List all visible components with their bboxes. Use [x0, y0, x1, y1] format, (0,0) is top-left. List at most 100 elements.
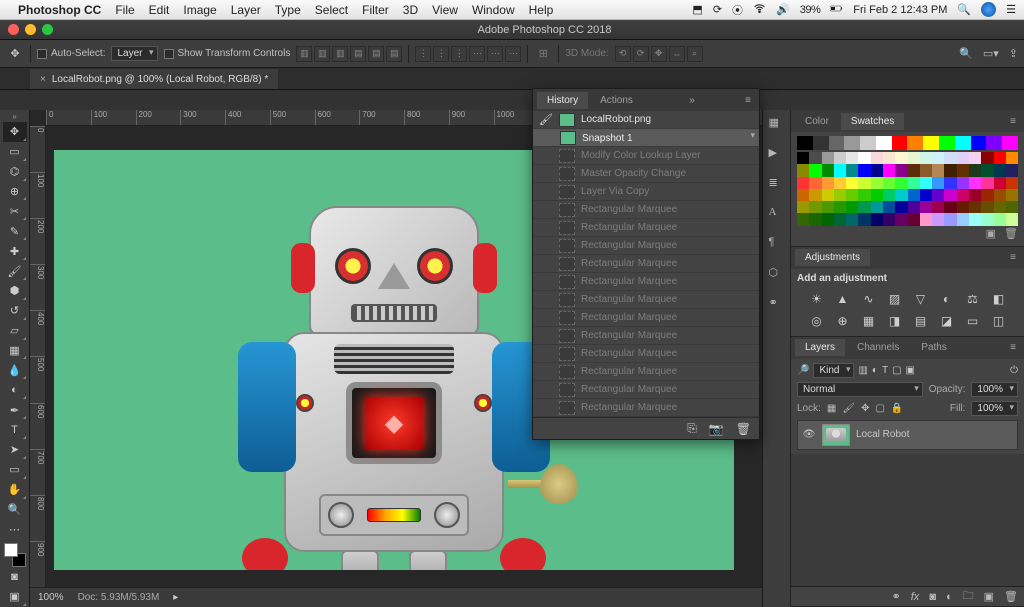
fill-field[interactable]: 100% [971, 401, 1018, 416]
close-window-button[interactable] [8, 24, 19, 35]
tab-channels[interactable]: Channels [847, 339, 909, 356]
history-collapse-icon[interactable]: » [685, 95, 699, 106]
notification-center-icon[interactable]: ☰ [1006, 3, 1016, 16]
swatch[interactable] [834, 201, 846, 213]
swatch[interactable] [883, 177, 895, 189]
gutter-play-icon[interactable]: ▶ [769, 146, 785, 162]
swatch[interactable] [809, 177, 821, 189]
adj-chmixer-icon[interactable]: ⊕ [834, 314, 852, 328]
lock-paint-icon[interactable]: 🖌 [842, 403, 855, 414]
swatch[interactable] [969, 189, 981, 201]
tab-adjustments[interactable]: Adjustments [795, 249, 870, 266]
ruler-vertical[interactable]: 0100200300400500600700800900 [30, 126, 46, 587]
swatch[interactable] [883, 152, 895, 164]
delete-state-icon[interactable]: 🗑 [736, 422, 751, 436]
adj-vibrance-icon[interactable]: ▽ [912, 292, 930, 306]
eyedropper-tool[interactable]: ✎ [3, 221, 27, 241]
history-brush-target-icon[interactable]: 🖌 [539, 113, 553, 126]
swatch[interactable] [920, 177, 932, 189]
status-menu-icon[interactable]: ▸ [173, 592, 178, 603]
menu-filter[interactable]: Filter [362, 3, 389, 17]
gutter-brush-icon[interactable]: ≣ [769, 176, 785, 192]
history-state[interactable]: Rectangular Marquee [533, 201, 759, 219]
swatch[interactable] [908, 213, 920, 225]
swatch[interactable] [944, 164, 956, 176]
adj-photofilter-icon[interactable]: ◎ [808, 314, 826, 328]
distribute-3-button[interactable]: ⋮ [451, 46, 467, 62]
swatch[interactable] [957, 152, 969, 164]
swatch[interactable] [932, 177, 944, 189]
swatch[interactable] [957, 213, 969, 225]
distribute-2-button[interactable]: ⋮ [433, 46, 449, 62]
swatch[interactable] [809, 152, 821, 164]
swatch[interactable] [797, 189, 809, 201]
swatch[interactable] [846, 189, 858, 201]
swatch[interactable] [932, 213, 944, 225]
menu-image[interactable]: Image [183, 3, 216, 17]
lock-transparent-icon[interactable]: ▦ [827, 403, 836, 414]
swatch[interactable] [895, 201, 907, 213]
swatch[interactable] [957, 164, 969, 176]
color-fg-bg[interactable] [4, 543, 26, 567]
history-panel-menu-icon[interactable]: ≡ [741, 95, 755, 106]
swatch[interactable] [994, 201, 1006, 213]
swatch[interactable] [797, 201, 809, 213]
swatch[interactable] [944, 213, 956, 225]
swatch[interactable] [932, 164, 944, 176]
stamp-tool[interactable]: ⬢ [3, 281, 27, 301]
dodge-tool[interactable]: ◐ [3, 380, 27, 400]
swatch[interactable] [871, 189, 883, 201]
history-state[interactable]: Modify Color Lookup Layer [533, 147, 759, 165]
brush-tool[interactable]: 🖌 [3, 261, 27, 281]
swatch[interactable] [1006, 177, 1018, 189]
swatch[interactable] [883, 189, 895, 201]
swatch[interactable] [957, 177, 969, 189]
swatch[interactable] [822, 177, 834, 189]
swatch[interactable] [809, 213, 821, 225]
create-doc-from-state-icon[interactable]: ⎘ [687, 421, 697, 436]
volume-icon[interactable]: 🔊 [776, 3, 790, 16]
eraser-tool[interactable]: ▱ [3, 321, 27, 341]
visibility-toggle-icon[interactable]: 👁 [802, 429, 816, 440]
delete-swatch-icon[interactable]: 🗑 [1004, 227, 1018, 240]
swatch[interactable] [883, 164, 895, 176]
siri-icon[interactable] [981, 2, 996, 17]
auto-align-button[interactable]: ⊞ [534, 45, 552, 63]
show-transform-checkbox[interactable]: Show Transform Controls [164, 48, 291, 59]
filter-adjust-icon[interactable]: ◐ [872, 365, 878, 376]
swatch[interactable] [797, 177, 809, 189]
swatch[interactable] [822, 152, 834, 164]
history-brush-tool[interactable]: ↺ [3, 301, 27, 321]
gutter-link-icon[interactable]: ⚭ [769, 296, 785, 312]
auto-select-mode-dropdown[interactable]: Layer [111, 46, 157, 61]
adj-hue-icon[interactable]: ◐ [938, 292, 956, 306]
spotlight-icon[interactable]: 🔍 [957, 3, 971, 16]
swatch[interactable] [944, 201, 956, 213]
adj-colorbal-icon[interactable]: ⚖ [964, 292, 982, 306]
history-panel[interactable]: History Actions » ≡ 🖌 LocalRobot.png Sna… [532, 88, 760, 440]
swatch[interactable] [858, 152, 870, 164]
swatch[interactable] [846, 164, 858, 176]
swatch[interactable] [908, 177, 920, 189]
filter-smart-icon[interactable]: ▣ [906, 365, 915, 376]
swatch[interactable] [981, 164, 993, 176]
history-snapshot[interactable]: Snapshot 1 [533, 129, 759, 147]
blur-tool[interactable]: 💧 [3, 360, 27, 380]
adj-invert-icon[interactable]: ◨ [886, 314, 904, 328]
dropbox-icon[interactable]: ⬒ [692, 3, 702, 16]
swatch[interactable] [908, 152, 920, 164]
swatch[interactable] [895, 152, 907, 164]
filter-type-icon[interactable]: T [882, 365, 888, 376]
tools-expand-icon[interactable]: » [12, 112, 16, 122]
swatch[interactable] [871, 152, 883, 164]
swatch[interactable] [981, 201, 993, 213]
link-layers-icon[interactable]: ⚭ [892, 590, 901, 603]
adj-gradmap-icon[interactable]: ▭ [964, 314, 982, 328]
swatch[interactable] [994, 164, 1006, 176]
tab-actions[interactable]: Actions [590, 92, 643, 109]
swatch[interactable] [994, 213, 1006, 225]
history-state[interactable]: Rectangular Marquee [533, 363, 759, 381]
align-bottom-button[interactable]: ▤ [386, 46, 402, 62]
swatch[interactable] [969, 164, 981, 176]
opacity-field[interactable]: 100% [971, 382, 1018, 397]
